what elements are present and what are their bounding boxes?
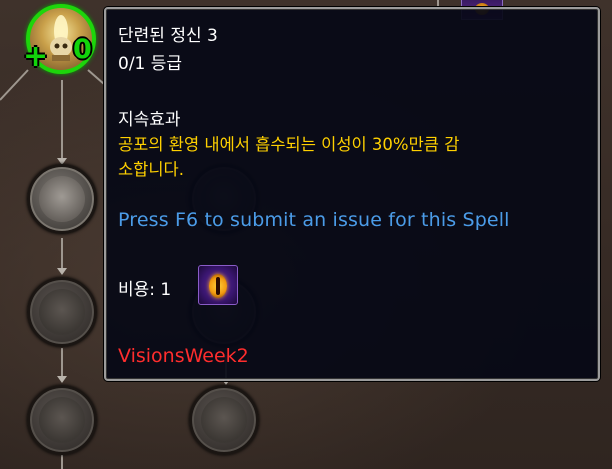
talent-node[interactable] <box>189 385 259 455</box>
tooltip-effect-line-2: 소합니다. <box>118 160 184 179</box>
connector-arrow-icon <box>57 376 67 383</box>
skull-face-icon <box>39 176 85 222</box>
add-point-icon[interactable]: + <box>23 42 48 72</box>
submit-issue-prompt: Press F6 to submit an issue for this Spe… <box>118 209 510 231</box>
eye-of-nzoth-icon <box>198 265 238 305</box>
masked-face-icon <box>39 289 85 335</box>
tooltip-effect-heading: 지속효과 <box>118 110 181 130</box>
tooltip-effect-line-1: 공포의 환영 내에서 흡수되는 이성이 30%만큼 감 <box>118 135 460 154</box>
tooltip-title: 단련된 정신 3 <box>118 26 218 46</box>
talent-node[interactable] <box>27 385 97 455</box>
talent-node-tempered-mind-3[interactable]: + 0 <box>23 4 96 74</box>
talent-node[interactable] <box>27 164 97 234</box>
connector-arrow-icon <box>57 268 67 275</box>
rank-count-badge: 0 <box>73 34 92 65</box>
skull-face-icon <box>201 397 247 443</box>
debug-tag: VisionsWeek2 <box>118 345 249 367</box>
talent-tree-panel: + 0 단련된 정신 3 0/1 등급 지속효과 공포의 환영 내에서 흡수되는… <box>0 0 612 469</box>
tooltip-rank: 0/1 등급 <box>118 54 183 74</box>
talent-tooltip: 단련된 정신 3 0/1 등급 지속효과 공포의 환영 내에서 흡수되는 이성이… <box>104 7 600 381</box>
tooltip-cost: 비용: 1 <box>118 280 172 300</box>
talent-node[interactable] <box>27 277 97 347</box>
skull-face-icon <box>39 397 85 443</box>
